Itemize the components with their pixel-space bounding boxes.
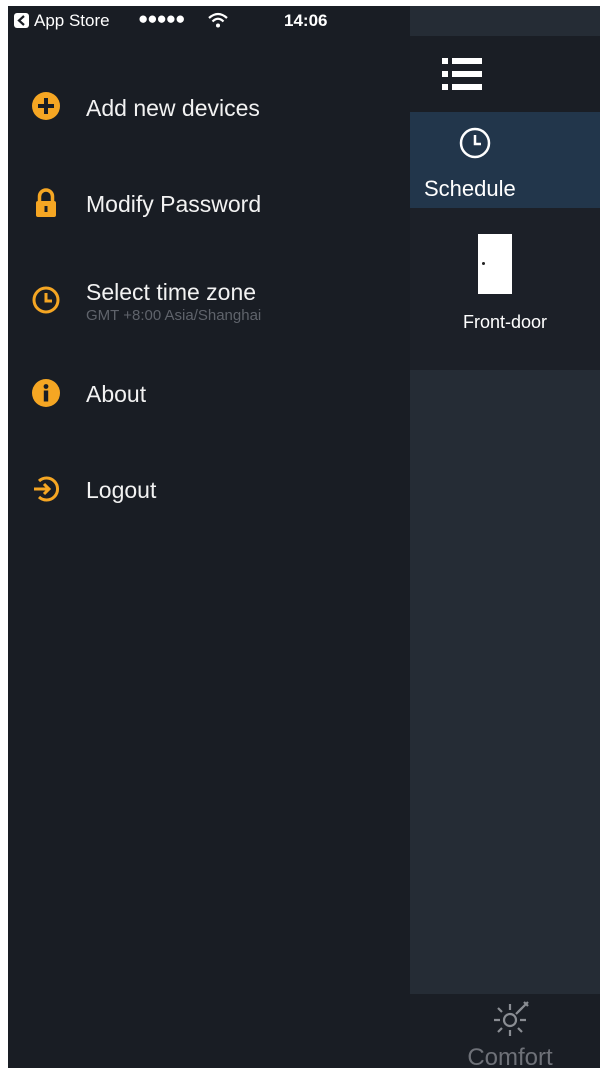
schedule-label: Schedule	[424, 176, 516, 201]
add-circle-icon	[30, 90, 62, 122]
back-app-label[interactable]: App Store	[34, 11, 110, 31]
timezone-value: GMT +8:00 Asia/Shanghai	[86, 307, 262, 324]
menu-item-label: Logout	[86, 477, 157, 503]
list-menu-icon	[440, 58, 484, 98]
door-knob	[482, 262, 485, 265]
side-menu: Add new devices Modify Password Select t…	[8, 36, 410, 1068]
sun-snowflake-icon	[486, 998, 534, 1047]
info-icon	[30, 377, 62, 409]
signal-strength: ●●●●●	[138, 9, 185, 28]
menu-item-label: Select time zone	[86, 279, 257, 305]
menu-item-select-time-zone[interactable]: Select time zone GMT +8:00 Asia/Shanghai	[8, 264, 410, 334]
menu-item-add-new-devices[interactable]: Add new devices	[8, 72, 410, 142]
back-to-app-icon[interactable]	[14, 13, 29, 28]
menu-item-label: Add new devices	[86, 95, 260, 121]
lock-icon	[30, 187, 62, 219]
schedule-button[interactable]: Schedule	[410, 112, 600, 208]
menu-item-label: Modify Password	[86, 191, 262, 217]
comfort-mode-button[interactable]: Comfort	[410, 994, 600, 1068]
schedule-clock-icon	[458, 126, 492, 165]
top-bar	[410, 36, 600, 112]
clock-icon	[30, 284, 62, 316]
logout-icon	[30, 473, 62, 505]
bottom-bar: Comfort	[410, 994, 600, 1068]
wifi-icon	[208, 12, 228, 33]
device-list: Front-door	[410, 208, 600, 370]
menu-item-about[interactable]: About	[8, 358, 410, 428]
device-front-door[interactable]: Front-door	[410, 208, 600, 370]
main-content-panel: Schedule Front-door Comfort	[410, 6, 600, 1068]
door-icon	[478, 234, 512, 294]
menu-item-modify-password[interactable]: Modify Password	[8, 168, 410, 238]
menu-toggle-button[interactable]	[440, 54, 484, 94]
device-label: Front-door	[462, 312, 548, 332]
menu-item-label: About	[86, 381, 147, 407]
menu-item-logout[interactable]: Logout	[8, 454, 410, 524]
app-screen: App Store ●●●●● 14:06 ◉ ➚ ⏰ ✱	[8, 6, 600, 1068]
clock-time: 14:06	[284, 11, 328, 30]
comfort-label: Comfort	[467, 1044, 553, 1068]
